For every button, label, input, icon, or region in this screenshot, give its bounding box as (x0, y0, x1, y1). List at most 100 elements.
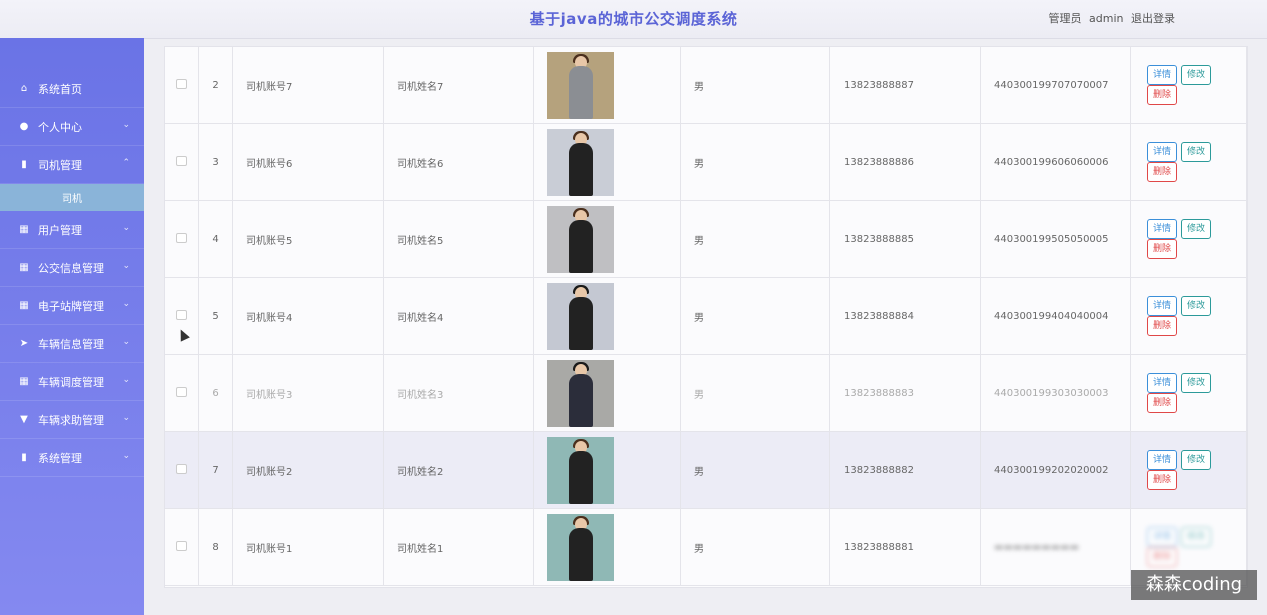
edit-button[interactable]: 修改 (1181, 527, 1212, 547)
table-row: 4 司机账号5 司机姓名5 男 13823888885 440300199505… (165, 200, 1247, 278)
row-checkbox[interactable] (176, 155, 187, 166)
sidebar-item-bus-info[interactable]: ▦ 公交信息管理 ⌄ (0, 249, 144, 287)
driver-phone: 13823888883 (829, 354, 981, 432)
driver-sex: 男 (680, 123, 830, 201)
table-row: 8 司机账号1 司机姓名1 男 13823888881 ▬▬▬▬▬▬▬▬▬ 详情… (165, 508, 1247, 586)
table-row: 3 司机账号6 司机姓名6 男 13823888886 440300199606… (165, 123, 1247, 201)
driver-sex: 男 (680, 200, 830, 278)
sidebar-item-label: 系统管理 (38, 451, 82, 465)
driver-phone: 13823888887 (829, 47, 981, 124)
sidebar: ⌂ 系统首页 ● 个人中心 ⌄ ▮ 司机管理 ⌃ 司机 ▦ 用户管理 ⌄ ▦ 公… (0, 38, 144, 615)
driver-name: 司机姓名7 (383, 47, 534, 124)
row-checkbox[interactable] (176, 386, 187, 397)
chevron-up-icon: ⌃ (122, 158, 130, 168)
row-checkbox[interactable] (176, 78, 187, 89)
delete-button[interactable]: 删除 (1147, 316, 1178, 336)
driver-account: 司机账号7 (232, 47, 384, 124)
sidebar-item-driver-management[interactable]: ▮ 司机管理 ⌃ (0, 146, 144, 184)
detail-button[interactable]: 详情 (1147, 65, 1178, 85)
driver-name: 司机姓名3 (383, 354, 534, 432)
driver-sex: 男 (680, 431, 830, 509)
sidebar-item-label: 系统首页 (38, 82, 82, 96)
clipboard-icon: ▮ (21, 159, 27, 170)
detail-button[interactable]: 详情 (1147, 142, 1178, 162)
trophy-icon: ▼ (20, 414, 28, 425)
row-checkbox[interactable] (176, 463, 187, 474)
driver-name: 司机姓名1 (383, 508, 534, 586)
table-row: 2 司机账号7 司机姓名7 男 13823888887 440300199707… (165, 47, 1247, 124)
sidebar-item-home[interactable]: ⌂ 系统首页 (0, 70, 144, 108)
driver-table-panel: 2 司机账号7 司机姓名7 男 13823888887 440300199707… (164, 46, 1248, 588)
sidebar-item-e-stop-sign[interactable]: ▦ 电子站牌管理 ⌄ (0, 287, 144, 325)
delete-button[interactable]: 删除 (1147, 85, 1178, 105)
sidebar-item-label: 车辆求助管理 (38, 413, 104, 427)
sidebar-item-vehicle-help[interactable]: ▼ 车辆求助管理 ⌄ (0, 401, 144, 439)
driver-id-card: ▬▬▬▬▬▬▬▬▬ (980, 508, 1131, 586)
driver-name: 司机姓名6 (383, 123, 534, 201)
driver-photo (547, 513, 614, 581)
driver-sex: 男 (680, 277, 830, 355)
delete-button[interactable]: 删除 (1147, 162, 1178, 182)
detail-button[interactable]: 详情 (1147, 219, 1178, 239)
logout-link[interactable]: 退出登录 (1131, 12, 1175, 25)
sidebar-item-user-management[interactable]: ▦ 用户管理 ⌄ (0, 211, 144, 249)
row-checkbox[interactable] (176, 232, 187, 243)
driver-table: 2 司机账号7 司机姓名7 男 13823888887 440300199707… (165, 47, 1247, 586)
driver-phone: 13823888884 (829, 277, 981, 355)
driver-id-card: 440300199202020002 (980, 431, 1131, 509)
sidebar-item-system[interactable]: ▮ 系统管理 ⌄ (0, 439, 144, 477)
edit-button[interactable]: 修改 (1181, 296, 1212, 316)
chevron-down-icon: ⌄ (122, 375, 130, 385)
row-checkbox[interactable] (176, 540, 187, 551)
sidebar-subitem-driver[interactable]: 司机 (0, 184, 144, 211)
sidebar-item-label: 车辆调度管理 (38, 375, 104, 389)
detail-button[interactable]: 详情 (1147, 296, 1178, 316)
driver-name: 司机姓名4 (383, 277, 534, 355)
edit-button[interactable]: 修改 (1181, 450, 1212, 470)
edit-button[interactable]: 修改 (1181, 142, 1212, 162)
driver-photo (547, 436, 614, 504)
driver-phone: 13823888885 (829, 200, 981, 278)
driver-name: 司机姓名5 (383, 200, 534, 278)
sidebar-item-vehicle-dispatch[interactable]: ▦ 车辆调度管理 ⌄ (0, 363, 144, 401)
sidebar-item-label: 车辆信息管理 (38, 337, 104, 351)
grid-icon: ▦ (19, 262, 29, 273)
detail-button[interactable]: 详情 (1147, 527, 1178, 547)
top-header: 基于java的城市公交调度系统 管理员 admin 退出登录 (0, 0, 1267, 39)
row-index: 6 (198, 354, 233, 432)
sidebar-item-label: 司机管理 (38, 158, 82, 172)
delete-button[interactable]: 删除 (1147, 470, 1178, 490)
delete-button[interactable]: 删除 (1147, 393, 1178, 413)
delete-button[interactable]: 删除 (1147, 547, 1178, 567)
detail-button[interactable]: 详情 (1147, 373, 1178, 393)
grid-icon: ▦ (19, 300, 29, 311)
clipboard-icon: ▮ (21, 452, 27, 463)
driver-account: 司机账号5 (232, 200, 384, 278)
row-index: 3 (198, 123, 233, 201)
row-checkbox[interactable] (176, 309, 187, 320)
driver-account: 司机账号2 (232, 431, 384, 509)
chevron-down-icon: ⌄ (122, 223, 130, 233)
detail-button[interactable]: 详情 (1147, 450, 1178, 470)
driver-phone: 13823888886 (829, 123, 981, 201)
edit-button[interactable]: 修改 (1181, 219, 1212, 239)
sidebar-item-label: 公交信息管理 (38, 261, 104, 275)
sidebar-item-vehicle-info[interactable]: ➤ 车辆信息管理 ⌄ (0, 325, 144, 363)
driver-id-card: 440300199303030003 (980, 354, 1131, 432)
sidebar-item-personal[interactable]: ● 个人中心 ⌄ (0, 108, 144, 146)
edit-button[interactable]: 修改 (1181, 373, 1212, 393)
driver-photo (547, 359, 614, 427)
sidebar-menu: ⌂ 系统首页 ● 个人中心 ⌄ ▮ 司机管理 ⌃ 司机 ▦ 用户管理 ⌄ ▦ 公… (0, 70, 144, 477)
driver-account: 司机账号4 (232, 277, 384, 355)
driver-account: 司机账号1 (232, 508, 384, 586)
driver-id-card: 440300199505050005 (980, 200, 1131, 278)
chevron-down-icon: ⌄ (122, 451, 130, 461)
row-index: 2 (198, 47, 233, 124)
edit-button[interactable]: 修改 (1181, 65, 1212, 85)
delete-button[interactable]: 删除 (1147, 239, 1178, 259)
grid-icon: ▦ (19, 224, 29, 235)
row-index: 8 (198, 508, 233, 586)
driver-photo (547, 282, 614, 350)
chevron-down-icon: ⌄ (122, 299, 130, 309)
row-index: 4 (198, 200, 233, 278)
